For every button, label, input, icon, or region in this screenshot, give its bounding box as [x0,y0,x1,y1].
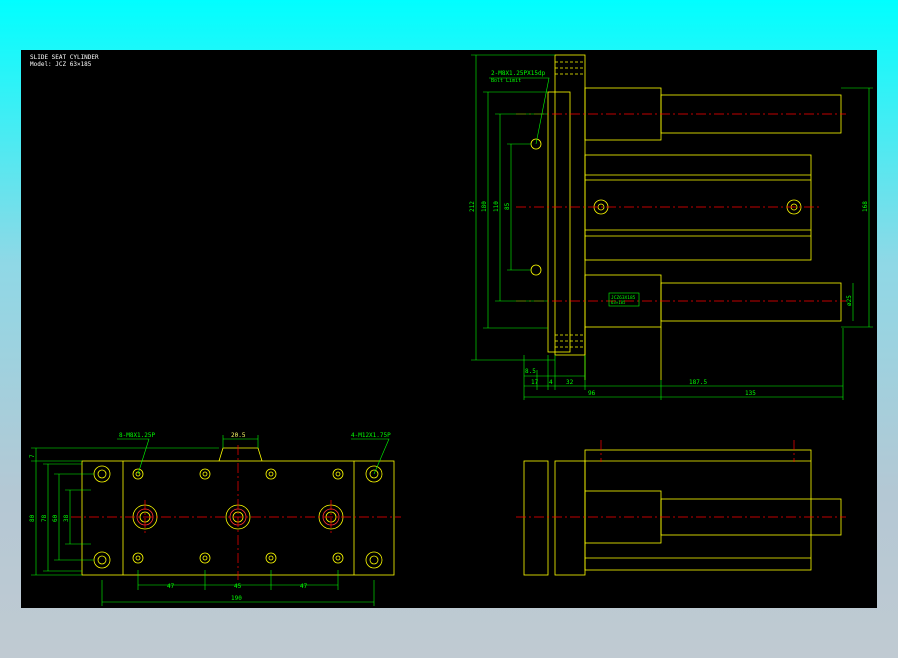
side-center-lines [516,113,846,302]
dim-96: 96 [588,390,596,397]
dim-190: 190 [231,595,242,602]
top-end-plate [523,460,549,576]
end-plate [547,91,571,353]
dim-80: 80 [29,514,36,522]
corner-hole-br [365,551,383,569]
dim-78: 78 [41,514,48,522]
dim-47b: 47 [300,583,308,590]
drawing-model: Model: JCZ 63×185 [30,61,92,68]
drawing-title: SLIDE SEAT CYLINDER [30,54,99,61]
lower-rod [660,282,842,322]
dim-85: 85 [504,202,511,210]
cad-drawing-canvas: SLIDE SEAT CYLINDER Model: JCZ 63×185 JC… [21,50,877,608]
callout-m8: 8-M8X1.25P [119,432,156,439]
top-view [523,449,842,576]
label-tag-sub: 63×185 [611,300,626,305]
callout-note: Bolt Limit [491,78,521,84]
dim-8-5: 8.5 [525,368,536,375]
top-notch [218,447,263,462]
dim-45: 45 [234,583,242,590]
dim-212: 212 [469,201,476,212]
hole-lower [530,264,542,276]
dim-38: 38 [63,514,70,522]
dim-20-5: 20.5 [231,432,246,439]
dim-32: 32 [566,379,574,386]
dim-187-5: 187.5 [689,379,707,386]
dim-7: 7 [29,454,36,458]
dim-47a: 47 [167,583,175,590]
top-block [554,460,586,576]
dim-135: 135 [745,390,756,397]
top-center-lines [516,440,846,518]
dim-4: 4 [549,379,553,386]
side-view [530,54,842,380]
side-dimensions [471,54,873,400]
callout-thread: 2-M8X1.25PX15dp [491,70,546,77]
dim-dia25: ø25 [846,295,853,306]
corner-hole-bl [93,551,111,569]
cad-drawing: SLIDE SEAT CYLINDER Model: JCZ 63×185 JC… [29,54,873,606]
guide-rail [584,154,812,261]
dim-180: 180 [481,201,488,212]
dim-60: 60 [52,514,59,522]
dim-17: 17 [531,379,539,386]
top-guide [584,449,812,571]
corner-hole-tl [93,465,111,483]
dim-110: 110 [493,201,500,212]
dim-168: 168 [862,201,869,212]
callout-m12: 4-M12X1.75P [351,432,391,439]
